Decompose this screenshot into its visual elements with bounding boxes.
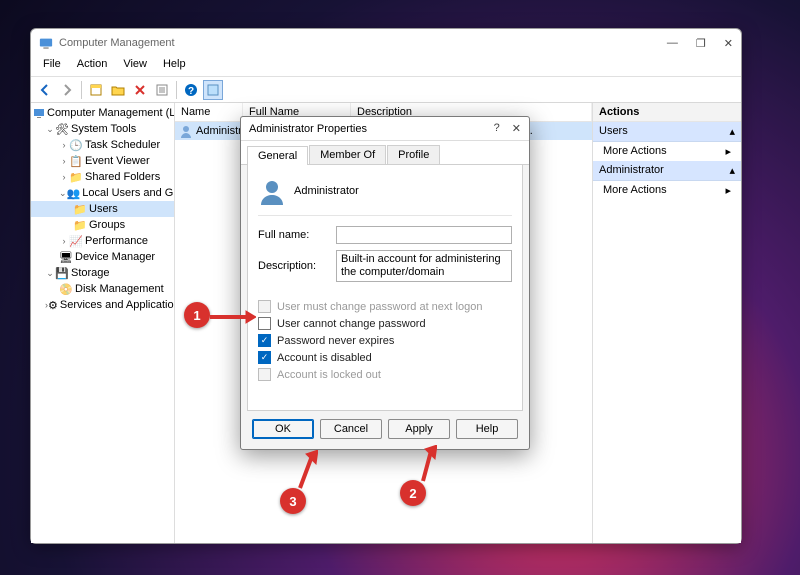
clock-icon: 🕒	[69, 138, 83, 152]
toolbar-folder-icon[interactable]	[108, 80, 128, 100]
actions-header: Actions	[593, 103, 741, 122]
svg-text:?: ?	[188, 86, 194, 97]
user-large-icon	[258, 177, 286, 205]
minimize-button[interactable]: —	[667, 37, 678, 50]
checkbox-locked-out: Account is locked out	[258, 368, 512, 381]
actions-section-admin[interactable]: Administrator▴	[593, 161, 741, 181]
tools-icon: 🛠	[55, 122, 69, 136]
collapse-icon: ▴	[729, 164, 735, 177]
close-button[interactable]: ✕	[724, 37, 733, 50]
nav-fwd-button[interactable]	[57, 80, 77, 100]
tree-performance[interactable]: ›📈Performance	[31, 233, 174, 249]
disk-icon: 📀	[59, 282, 73, 296]
users-icon: 👥	[67, 186, 81, 200]
chevron-right-icon: ▸	[725, 184, 731, 197]
device-icon: 🖥	[59, 250, 73, 264]
nav-back-button[interactable]	[35, 80, 55, 100]
tab-memberof[interactable]: Member Of	[309, 145, 386, 164]
fullname-field[interactable]	[336, 226, 512, 244]
mmc-icon	[39, 36, 53, 50]
actions-more-users[interactable]: More Actions▸	[593, 142, 741, 161]
dialog-titlebar: Administrator Properties ? ✕	[241, 117, 529, 141]
menu-help[interactable]: Help	[157, 57, 192, 76]
dialog-tabs: General Member Of Profile	[241, 141, 529, 165]
tree-device-manager[interactable]: 🖥Device Manager	[31, 249, 174, 265]
dialog-close-button[interactable]: ✕	[512, 122, 521, 135]
nav-tree[interactable]: Computer Management (Local ⌄🛠System Tool…	[31, 103, 175, 543]
apply-button[interactable]: Apply	[388, 419, 450, 439]
description-label: Description:	[258, 260, 336, 272]
tree-system-tools[interactable]: ⌄🛠System Tools	[31, 121, 174, 137]
help-button[interactable]: Help	[456, 419, 518, 439]
event-icon: 📋	[69, 154, 83, 168]
computer-icon	[33, 106, 45, 120]
tree-shared-folders[interactable]: ›📁Shared Folders	[31, 169, 174, 185]
description-field[interactable]: Built-in account for administering the c…	[336, 250, 512, 282]
user-icon	[179, 124, 193, 138]
toolbar-delete-icon[interactable]	[130, 80, 150, 100]
folder-icon: 📁	[69, 170, 83, 184]
checkbox-account-disabled[interactable]: ✓Account is disabled	[258, 351, 512, 364]
col-name[interactable]: Name	[175, 103, 243, 121]
tree-root[interactable]: Computer Management (Local	[31, 105, 174, 121]
services-icon: ⚙	[48, 298, 58, 312]
actions-section-users[interactable]: Users▴	[593, 122, 741, 142]
administrator-properties-dialog: Administrator Properties ? ✕ General Mem…	[240, 116, 530, 450]
checkbox-cannot-change[interactable]: User cannot change password	[258, 317, 512, 330]
toolbar: ?	[31, 77, 741, 103]
tree-local-users[interactable]: ⌄👥Local Users and Groups	[31, 185, 174, 201]
folder-icon: 📁	[73, 218, 87, 232]
maximize-button[interactable]: ❐	[696, 37, 706, 50]
cancel-button[interactable]: Cancel	[320, 419, 382, 439]
tree-disk-mgmt[interactable]: 📀Disk Management	[31, 281, 174, 297]
tree-services[interactable]: ›⚙Services and Applications	[31, 297, 174, 313]
tree-groups[interactable]: 📁Groups	[31, 217, 174, 233]
menu-file[interactable]: File	[37, 57, 67, 76]
tree-task-scheduler[interactable]: ›🕒Task Scheduler	[31, 137, 174, 153]
dialog-title: Administrator Properties	[249, 123, 367, 135]
tab-general[interactable]: General	[247, 146, 308, 165]
actions-more-admin[interactable]: More Actions▸	[593, 181, 741, 200]
toolbar-help-icon[interactable]: ?	[181, 80, 201, 100]
tab-profile[interactable]: Profile	[387, 145, 440, 164]
menu-action[interactable]: Action	[71, 57, 114, 76]
fullname-label: Full name:	[258, 229, 336, 241]
collapse-icon: ▴	[729, 125, 735, 138]
ok-button[interactable]: OK	[252, 419, 314, 439]
toolbar-new-icon[interactable]	[86, 80, 106, 100]
tree-storage[interactable]: ⌄💾Storage	[31, 265, 174, 281]
annotation-badge-1: 1	[184, 302, 210, 328]
titlebar: Computer Management — ❐ ✕	[31, 29, 741, 57]
window-title: Computer Management	[59, 37, 175, 49]
perf-icon: 📈	[69, 234, 83, 248]
folder-icon: 📁	[73, 202, 87, 216]
menubar: File Action View Help	[31, 57, 741, 77]
toolbar-props-icon[interactable]	[152, 80, 172, 100]
checkbox-must-change: User must change password at next logon	[258, 300, 512, 313]
dialog-body: Administrator Full name: Description: Bu…	[247, 165, 523, 411]
dialog-button-row: OK Cancel Apply Help	[241, 411, 529, 449]
dialog-help-button[interactable]: ?	[494, 122, 500, 135]
storage-icon: 💾	[55, 266, 69, 280]
toolbar-refresh-icon[interactable]	[203, 80, 223, 100]
tree-users[interactable]: 📁Users	[31, 201, 174, 217]
checkbox-never-expires[interactable]: ✓Password never expires	[258, 334, 512, 347]
tree-event-viewer[interactable]: ›📋Event Viewer	[31, 153, 174, 169]
actions-pane: Actions Users▴ More Actions▸ Administrat…	[593, 103, 741, 543]
chevron-right-icon: ▸	[725, 145, 731, 158]
menu-view[interactable]: View	[117, 57, 153, 76]
dialog-username: Administrator	[294, 185, 359, 197]
